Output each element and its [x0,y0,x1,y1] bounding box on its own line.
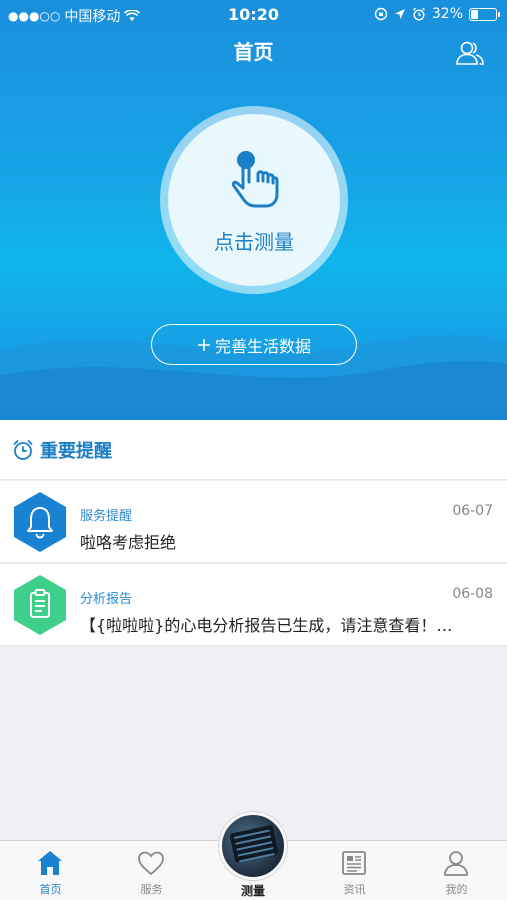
reminder-category: 分析报告 [80,592,133,607]
alarm-icon [412,7,425,21]
reminder-text: 【{啦啦啦}的心电分析报告已生成，请注意查看！… [80,616,453,635]
tab-profile[interactable]: 我的 [406,841,507,900]
complete-life-data-button[interactable]: 完善生活数据 [151,324,357,365]
clipboard-icon [14,575,66,635]
reminder-category: 服务提醒 [80,509,133,524]
user-group-icon[interactable] [455,40,485,66]
tab-service-label: 服务 [140,883,163,896]
hero-banner: ●●●○○ 中国移动 10:20 32% 首页 点击测量 完善生活数据 [0,0,507,420]
plus-icon [197,338,210,351]
profile-icon [444,851,468,876]
battery-percent: 32% [431,6,463,22]
tab-measure-label: 测量 [240,884,265,898]
measure-button-face: 点击测量 [168,114,340,286]
news-icon [342,851,366,875]
tab-measure-button[interactable] [219,812,287,880]
reminder-item-service[interactable]: 服务提醒 06-07 啦咯考虑拒绝 [0,481,507,563]
tab-news[interactable]: 资讯 [304,841,405,900]
orientation-lock-icon [374,7,388,21]
tab-news-label: 资讯 [343,883,366,896]
reminders-header: 重要提醒 [0,420,507,480]
status-bar: ●●●○○ 中国移动 10:20 32% [0,0,507,30]
page-title: 首页 [233,40,274,64]
tab-profile-label: 我的 [445,883,468,896]
tab-home-label: 首页 [39,883,62,896]
tab-home[interactable]: 首页 [0,841,101,900]
reminder-text: 啦咯考虑拒绝 [80,533,177,552]
alarm-clock-icon [13,439,33,460]
bell-icon [14,492,66,552]
measure-label: 点击测量 [214,230,294,254]
tab-service[interactable]: 服务 [101,841,202,900]
tap-hand-icon [231,151,279,208]
device-photo [229,824,279,864]
reminder-date: 06-07 [452,503,493,519]
reminder-item-report[interactable]: 分析报告 06-08 【{啦啦啦}的心电分析报告已生成，请注意查看！… [0,564,507,646]
location-icon [394,9,405,19]
home-icon [38,851,62,875]
measure-button[interactable]: 点击测量 [160,106,348,294]
battery-icon [469,7,500,21]
reminder-date: 06-08 [452,586,493,602]
heart-icon [138,851,164,876]
complete-life-data-label: 完善生活数据 [214,336,311,356]
reminders-title: 重要提醒 [40,440,112,462]
